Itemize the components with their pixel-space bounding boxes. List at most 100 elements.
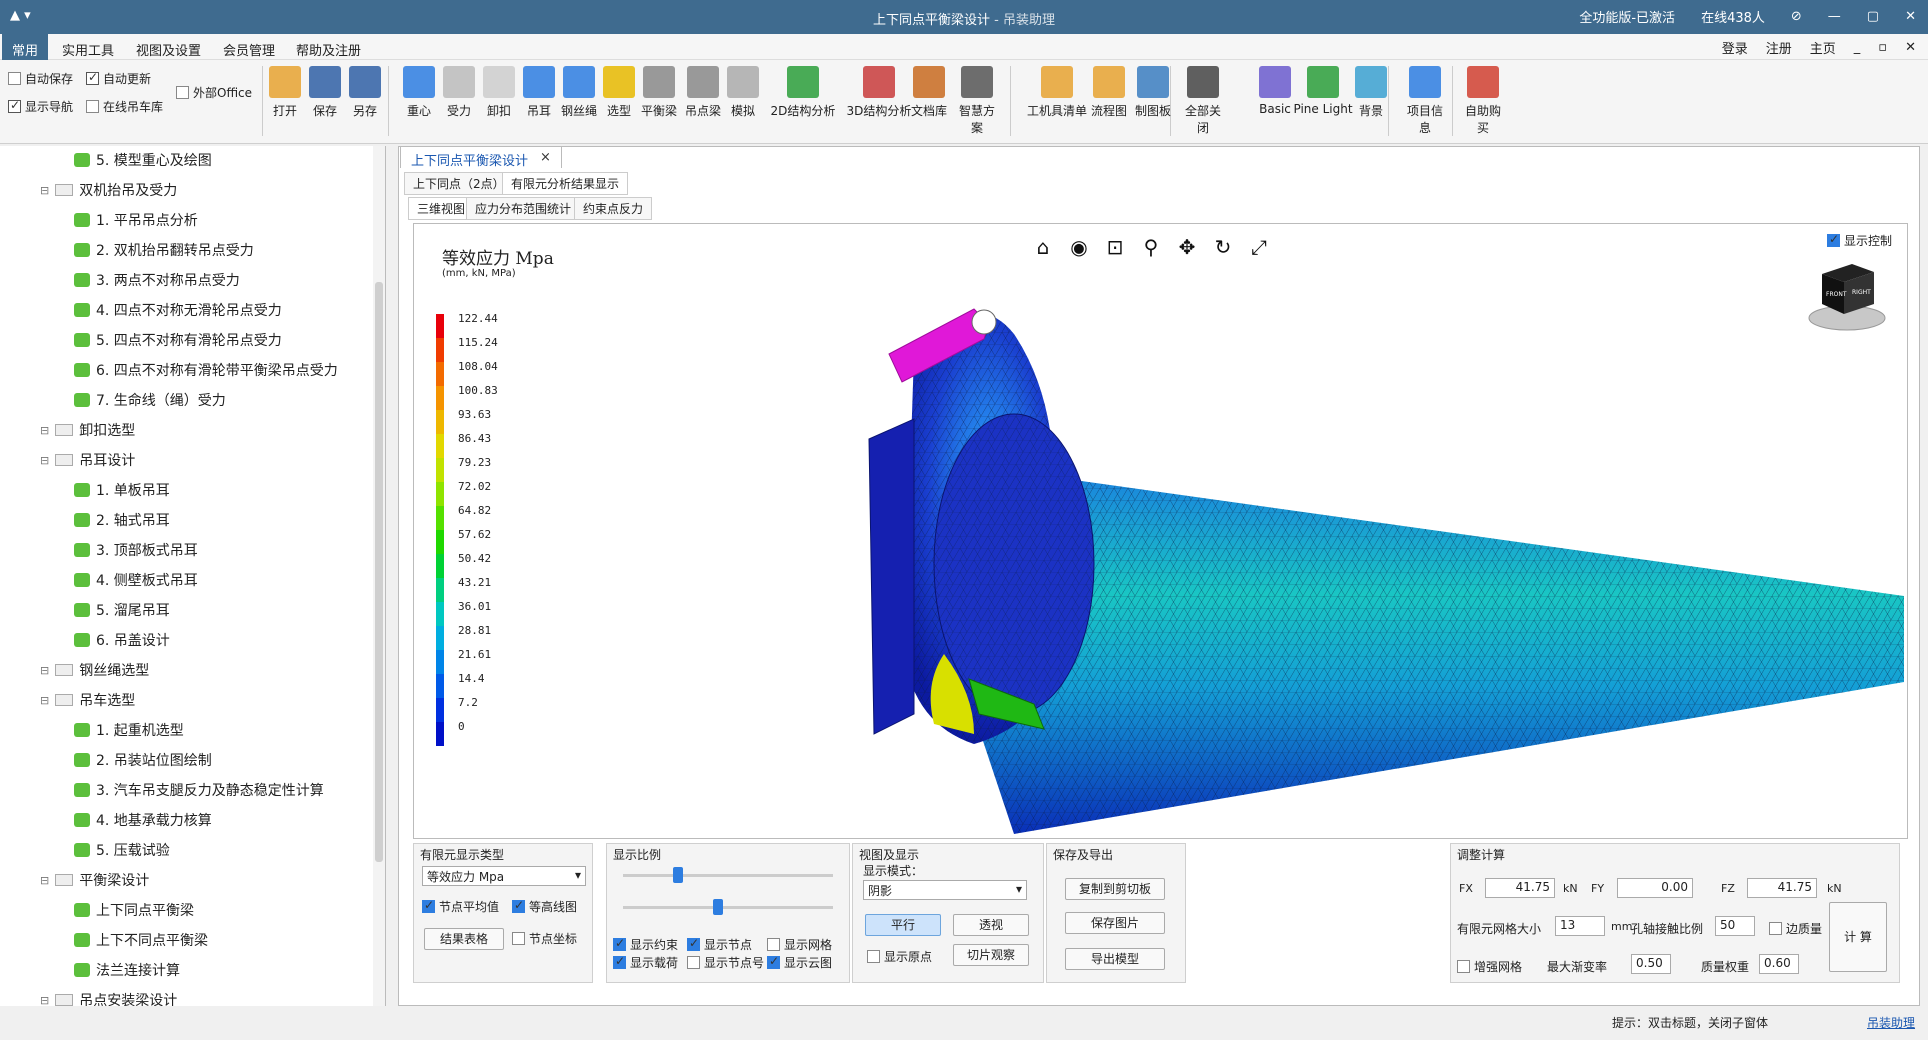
ribbon-button-5[interactable]: 卸扣 <box>478 64 520 119</box>
checkbox[interactable] <box>867 950 880 963</box>
checkbox[interactable] <box>767 938 780 951</box>
tree-item[interactable]: 4. 四点不对称无滑轮吊点受力 <box>74 300 282 320</box>
online-crane-check[interactable]: 在线吊车库 <box>86 98 163 115</box>
ribbon-button-18[interactable]: 制图板 <box>1132 64 1174 119</box>
ribbon-button-1[interactable]: 保存 <box>304 64 346 119</box>
checkbox[interactable] <box>422 898 435 913</box>
checkbox[interactable] <box>512 932 525 945</box>
close-button[interactable]: ✕ <box>1905 9 1916 24</box>
scrollbar-thumb[interactable] <box>375 282 383 862</box>
checkbox[interactable] <box>687 936 700 951</box>
fz-input[interactable]: 41.75 <box>1747 878 1817 898</box>
calculate-button[interactable]: 计 算 <box>1829 902 1887 972</box>
ribbon-button-6[interactable]: 吊耳 <box>518 64 560 119</box>
display-check[interactable]: 显示节点 <box>687 936 752 953</box>
expand-icon[interactable]: ⊟ <box>40 454 49 467</box>
tree-item[interactable]: 6. 四点不对称有滑轮带平衡梁吊点受力 <box>74 360 338 380</box>
tree-scrollbar[interactable] <box>373 146 385 1032</box>
expand-icon[interactable]: ⊟ <box>40 184 49 197</box>
tree-item[interactable]: 5. 模型重心及绘图 <box>74 150 212 170</box>
tree-item[interactable]: 3. 汽车吊支腿反力及静态稳定性计算 <box>74 780 324 800</box>
enhance-mesh-check[interactable]: 增强网格 <box>1457 958 1522 975</box>
mdi-close-button[interactable]: ✕ <box>1905 40 1916 55</box>
tree-item[interactable]: 上下同点平衡梁 <box>74 900 194 920</box>
subtab-two-points[interactable]: 上下同点（2点） <box>404 172 514 195</box>
tab-help[interactable]: 帮助及注册 <box>286 38 371 61</box>
subtab-fea-results[interactable]: 有限元分析结果显示 <box>502 172 629 195</box>
document-tab[interactable]: 上下同点平衡梁设计 × <box>400 146 562 169</box>
ribbon-button-15[interactable]: 智慧方案 <box>956 64 998 136</box>
ribbon-button-23[interactable]: 项目信息 <box>1404 64 1446 136</box>
fx-input[interactable]: 41.75 <box>1485 878 1555 898</box>
expand-icon[interactable]: ⊟ <box>40 874 49 887</box>
display-check[interactable]: 显示节点号 <box>687 954 764 971</box>
tab-membership[interactable]: 会员管理 <box>213 38 285 61</box>
result-type-select[interactable]: 等效应力 Mpa ▾ <box>422 866 586 886</box>
tree-item[interactable]: 1. 平吊吊点分析 <box>74 210 198 230</box>
tree-item[interactable]: 2. 双机抬吊翻转吊点受力 <box>74 240 254 260</box>
tree-item[interactable]: 3. 顶部板式吊耳 <box>74 540 198 560</box>
tree-item[interactable]: 5. 四点不对称有滑轮吊点受力 <box>74 330 282 350</box>
checkbox[interactable] <box>613 936 626 951</box>
tree-item[interactable]: ⊟ 吊车选型 <box>40 690 135 710</box>
contour-check[interactable]: 等高线图 <box>512 898 577 915</box>
result-table-button[interactable]: 结果表格 <box>424 928 504 950</box>
ribbon-button-2[interactable]: 另存 <box>344 64 386 119</box>
expand-icon[interactable]: ⊟ <box>40 694 49 707</box>
tree-item[interactable]: ⊟ 平衡梁设计 <box>40 870 149 890</box>
display-check[interactable]: 显示云图 <box>767 954 832 971</box>
tree-item[interactable]: 2. 吊装站位图绘制 <box>74 750 212 770</box>
tab-view-settings[interactable]: 视图及设置 <box>126 38 211 61</box>
tree-item[interactable]: 4. 侧壁板式吊耳 <box>74 570 198 590</box>
parallel-button[interactable]: 平行 <box>865 914 941 936</box>
copy-clipboard-button[interactable]: 复制到剪切板 <box>1065 878 1165 900</box>
ribbon-button-13[interactable]: 3D结构分析 <box>846 64 912 119</box>
perspective-button[interactable]: 透视 <box>953 914 1029 936</box>
hole-ratio-input[interactable]: 50 <box>1715 916 1755 936</box>
fy-input[interactable]: 0.00 <box>1617 878 1693 898</box>
fea-model[interactable] <box>414 224 1908 839</box>
ribbon-button-10[interactable]: 吊点梁 <box>682 64 724 119</box>
ribbon-button-0[interactable]: 打开 <box>264 64 306 119</box>
tree-item[interactable]: ⊟ 卸扣选型 <box>40 420 135 440</box>
mdi-min-button[interactable]: _ <box>1854 40 1861 55</box>
login-link[interactable]: 登录 <box>1722 38 1748 57</box>
ribbon-button-12[interactable]: 2D结构分析 <box>770 64 836 119</box>
ribbon-button-21[interactable]: Pine Light <box>1290 64 1356 116</box>
checkbox[interactable] <box>1769 922 1782 935</box>
checkbox[interactable] <box>512 898 525 913</box>
expand-icon[interactable]: ⊟ <box>40 664 49 677</box>
close-tab-icon[interactable]: × <box>540 150 551 165</box>
tree-item[interactable]: 3. 两点不对称吊点受力 <box>74 270 240 290</box>
autosave-check[interactable]: 自动保存 <box>8 70 73 87</box>
ribbon-button-7[interactable]: 钢丝绳 <box>558 64 600 119</box>
node-average-check[interactable]: 节点平均值 <box>422 898 499 915</box>
checkbox[interactable] <box>8 98 21 113</box>
show-nav-check[interactable]: 显示导航 <box>8 98 73 115</box>
tree-item[interactable]: 5. 溜尾吊耳 <box>74 600 170 620</box>
max-gradient-input[interactable]: 0.50 <box>1631 954 1671 974</box>
tab-tools[interactable]: 实用工具 <box>52 38 124 61</box>
ribbon-button-22[interactable]: 背景 <box>1350 64 1392 119</box>
expand-icon[interactable]: ⊟ <box>40 424 49 437</box>
tree-item[interactable]: ⊟ 双机抬吊及受力 <box>40 180 177 200</box>
tree-item[interactable]: 上下不同点平衡梁 <box>74 930 208 950</box>
checkbox[interactable] <box>176 86 189 99</box>
edge-quality-check[interactable]: 边质量 <box>1769 920 1822 937</box>
ribbon-button-8[interactable]: 选型 <box>598 64 640 119</box>
tree-item[interactable]: 5. 压载试验 <box>74 840 170 860</box>
scale-slider-1[interactable] <box>623 867 833 883</box>
scale-slider-2[interactable] <box>623 899 833 915</box>
tree-item[interactable]: ⊟ 吊耳设计 <box>40 450 135 470</box>
ribbon-button-9[interactable]: 平衡梁 <box>638 64 680 119</box>
checkbox[interactable] <box>8 72 21 85</box>
ribbon-button-16[interactable]: 工机具清单 <box>1024 64 1090 119</box>
ribbon-button-19[interactable]: 全部关闭 <box>1182 64 1224 136</box>
register-link[interactable]: 注册 <box>1766 38 1792 57</box>
viewtab-stress-range[interactable]: 应力分布范围统计 <box>466 197 581 220</box>
maximize-button[interactable]: ▢ <box>1867 9 1879 24</box>
display-check[interactable]: 显示约束 <box>613 936 678 953</box>
slider-thumb[interactable] <box>713 899 723 915</box>
show-origin-check[interactable]: 显示原点 <box>867 948 932 965</box>
viewtab-3d[interactable]: 三维视图 <box>408 197 475 220</box>
